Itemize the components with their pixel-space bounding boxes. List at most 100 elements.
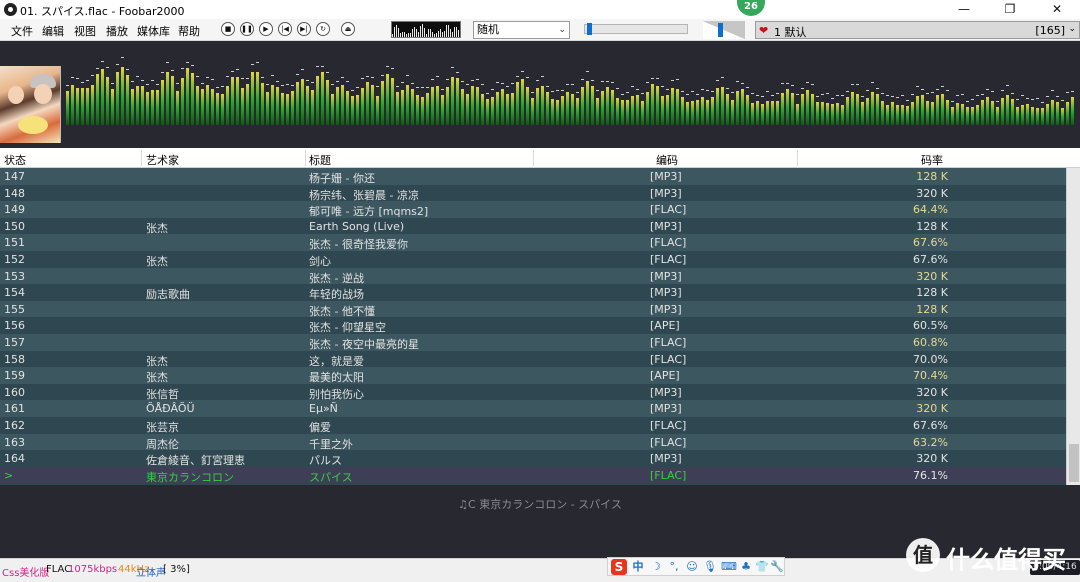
- playlist-row[interactable]: 161 ÕÅÐÂÕÜ Eµ»Ñ [MP3] 320 K: [0, 400, 1066, 417]
- row-number: 151: [4, 236, 25, 250]
- scrollbar-thumb[interactable]: [1069, 444, 1079, 482]
- column-artist[interactable]: 艺术家: [146, 152, 179, 168]
- playlist-row[interactable]: 156 张杰 - 仰望星空 [APE] 60.5%: [0, 317, 1066, 334]
- playlist-row[interactable]: 149 郁可唯 - 远方 [mqms2] [FLAC] 64.4%: [0, 201, 1066, 218]
- column-title[interactable]: 标题: [309, 152, 331, 168]
- seek-handle[interactable]: [587, 23, 592, 35]
- spectrum-peak: [221, 86, 224, 87]
- playlist-selector[interactable]: ❤ 1 默认 [165] ⌄: [755, 21, 1080, 39]
- spectrum-bar: [656, 86, 659, 125]
- spectrum-peak: [111, 83, 114, 84]
- spectrum-bar: [206, 85, 209, 125]
- menu-file[interactable]: 文件: [11, 23, 33, 39]
- status-bitrate: 1075kbps: [68, 564, 118, 575]
- playlist-row[interactable]: 154 励志歌曲 年轻的战场 [MP3] 128 K: [0, 284, 1066, 301]
- album-art[interactable]: [0, 66, 61, 143]
- spectrum-bar: [951, 107, 954, 125]
- playlist-row[interactable]: 164 佐倉綾音、釘宮理恵 パルス [MP3] 320 K: [0, 450, 1066, 467]
- playlist-row[interactable]: 148 杨宗纬、张碧晨 - 凉凉 [MP3] 320 K: [0, 184, 1066, 202]
- play-button[interactable]: ▶: [259, 22, 273, 36]
- column-status[interactable]: 状态: [4, 152, 26, 168]
- playlist-scrollbar[interactable]: [1066, 168, 1080, 485]
- playlist-row[interactable]: 159 张杰 最美的太阳 [APE] 70.4%: [0, 367, 1066, 384]
- playlist-row[interactable]: 157 张杰 - 夜空中最亮的星 [FLAC] 60.8%: [0, 334, 1066, 351]
- menu-view[interactable]: 视图: [74, 23, 96, 39]
- playlist-row[interactable]: 147 杨子姗 - 你还 [MP3] 128 K: [0, 168, 1066, 185]
- sogou-logo-icon[interactable]: S: [611, 559, 627, 575]
- column-divider[interactable]: [533, 150, 534, 166]
- spectrum-bar: [731, 100, 734, 125]
- spectrum-peak: [746, 87, 749, 88]
- column-divider[interactable]: [141, 150, 142, 166]
- mini-visualizer-bar: [452, 32, 453, 37]
- spectrum-bar: [891, 102, 894, 125]
- menu-help[interactable]: 帮助: [178, 23, 200, 39]
- spectrum-peak: [166, 62, 169, 63]
- open-button[interactable]: ⏏: [341, 22, 355, 36]
- microphone-icon[interactable]: 🎙: [703, 560, 717, 574]
- playlist-row[interactable]: 160 张信哲 别怕我伤心 [MP3] 320 K: [0, 383, 1066, 401]
- pause-button[interactable]: ❚❚: [240, 22, 254, 36]
- row-number: 152: [4, 253, 25, 266]
- spectrum-peak: [671, 80, 674, 81]
- mini-visualizer-bar: [440, 29, 441, 37]
- stop-button[interactable]: ■: [221, 22, 235, 36]
- spectrum-bar: [271, 85, 274, 125]
- row-bitrate: 64.4%: [913, 203, 948, 217]
- playlist-row[interactable]: 158 张杰 这，就是爱 [FLAC] 70.0%: [0, 350, 1066, 368]
- previous-button[interactable]: |◀: [278, 22, 292, 36]
- wrench-icon[interactable]: 🔧: [770, 560, 784, 574]
- playlist-row[interactable]: 152 张杰 剑心 [FLAC] 67.6%: [0, 251, 1066, 268]
- spectrum-peak: [631, 86, 634, 87]
- column-divider[interactable]: [305, 150, 306, 166]
- skin-icon[interactable]: ♣: [739, 560, 753, 574]
- close-button[interactable]: ✕: [1034, 0, 1080, 19]
- spectrum-peak: [966, 101, 969, 102]
- row-number: 161: [4, 402, 25, 416]
- row-codec: [MP3]: [650, 170, 682, 183]
- spectrum-bar: [421, 97, 424, 125]
- mini-visualizer-bar: [412, 29, 413, 37]
- playlist-row-current[interactable]: > 東京カランコロン スパイス [FLAC] 76.1%: [0, 466, 1066, 484]
- spectrum-bar: [896, 105, 899, 125]
- menu-library[interactable]: 媒体库: [137, 23, 170, 39]
- column-codec[interactable]: 编码: [656, 152, 678, 168]
- spectrum-bar: [941, 94, 944, 125]
- playback-order-dropdown[interactable]: 随机 ⌄: [473, 21, 570, 39]
- spectrum-bar: [381, 81, 384, 125]
- seek-bar[interactable]: [584, 23, 688, 35]
- punctuation-icon[interactable]: °,: [667, 560, 681, 574]
- playlist-row[interactable]: 155 张杰 - 他不懂 [MP3] 128 K: [0, 300, 1066, 318]
- mini-visualizer-bar: [446, 25, 447, 37]
- maximize-button[interactable]: ❐: [987, 0, 1033, 19]
- tshirt-icon[interactable]: 👕: [755, 560, 769, 574]
- language-toggle[interactable]: 中: [631, 560, 645, 574]
- emoji-icon[interactable]: ☺: [685, 560, 699, 574]
- playlist-row[interactable]: 153 张杰 - 逆战 [MP3] 320 K: [0, 267, 1066, 285]
- spectrum-peak: [301, 69, 304, 70]
- row-number: 147: [4, 170, 25, 183]
- spectrum-bar: [801, 94, 804, 125]
- mini-visualizer-bar: [426, 34, 427, 37]
- playlist-row[interactable]: 150 张杰 Earth Song (Live) [MP3] 128 K: [0, 217, 1066, 235]
- volume-handle[interactable]: [718, 23, 723, 37]
- column-divider[interactable]: [797, 150, 798, 166]
- column-bitrate[interactable]: 码率: [921, 152, 943, 168]
- row-artist: 佐倉綾音、釘宮理恵: [146, 454, 245, 468]
- playlist-view: 147 杨子姗 - 你还 [MP3] 128 K 148 杨宗纬、张碧晨 - 凉凉 [MP3…: [0, 168, 1066, 485]
- playlist-row[interactable]: 151 张杰 - 很奇怪我爱你 [FLAC] 67.6%: [0, 234, 1066, 251]
- mini-visualizer-bar: [400, 33, 401, 37]
- mini-visualizer-bar: [448, 25, 449, 37]
- random-button[interactable]: ↻: [316, 22, 330, 36]
- playlist-row[interactable]: 162 张芸京 偏爱 [FLAC] 67.6%: [0, 417, 1066, 434]
- volume-slider[interactable]: [703, 21, 745, 39]
- next-button[interactable]: ▶|: [297, 22, 311, 36]
- keyboard-icon[interactable]: ⌨: [721, 560, 737, 574]
- moon-icon[interactable]: ☽: [649, 560, 663, 574]
- menu-edit[interactable]: 编辑: [42, 23, 64, 39]
- spectrum-bar: [621, 100, 624, 125]
- spectrum-peak: [616, 88, 619, 89]
- minimize-button[interactable]: —: [941, 0, 987, 19]
- playlist-row[interactable]: 163 周杰伦 千里之外 [FLAC] 63.2%: [0, 433, 1066, 451]
- menu-playback[interactable]: 播放: [106, 23, 128, 39]
